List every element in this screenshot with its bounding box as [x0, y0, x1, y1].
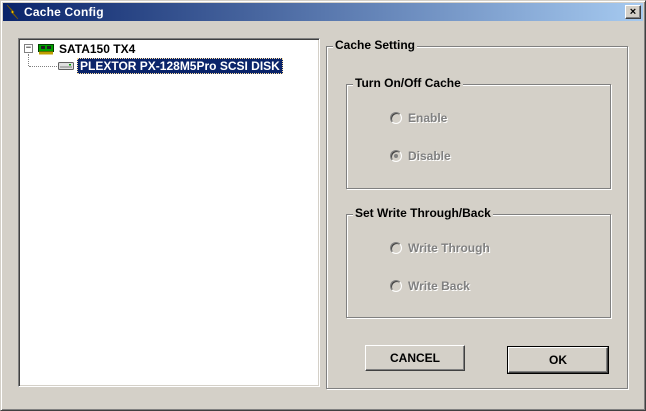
write-mode-group: Set Write Through/Back Write Through Wri… — [346, 206, 611, 318]
radio-indicator — [390, 112, 402, 124]
cache-setting-title: Cache Setting — [333, 38, 418, 52]
tree-connector-vertical — [28, 54, 29, 66]
tree-node-label-selected: PLEXTOR PX-128M5Pro SCSI DISK — [77, 58, 283, 74]
write-mode-title: Set Write Through/Back — [353, 206, 493, 220]
disk-drive-icon — [58, 61, 74, 71]
cache-toggle-title: Turn On/Off Cache — [353, 76, 463, 90]
title-bar[interactable]: Cache Config × — [3, 3, 643, 21]
window-title: Cache Config — [24, 5, 104, 19]
radio-write-through[interactable]: Write Through — [390, 241, 490, 255]
radio-label: Enable — [408, 111, 448, 125]
radio-indicator — [390, 150, 402, 162]
close-icon: × — [629, 5, 637, 18]
close-button[interactable]: × — [625, 5, 641, 19]
tree-node-disk[interactable]: PLEXTOR PX-128M5Pro SCSI DISK — [58, 58, 283, 74]
radio-disable[interactable]: Disable — [390, 149, 451, 163]
radio-label: Disable — [408, 149, 451, 163]
cache-setting-group: Cache Setting Turn On/Off Cache Enable D… — [326, 38, 628, 389]
radio-write-back[interactable]: Write Back — [390, 279, 470, 293]
radio-label: Write Through — [408, 241, 490, 255]
cache-toggle-group: Turn On/Off Cache Enable Disable — [346, 76, 611, 189]
radio-indicator — [390, 280, 402, 292]
controller-card-icon — [38, 43, 54, 55]
cancel-button[interactable]: CANCEL — [365, 345, 465, 371]
tree-collapse-icon[interactable]: − — [24, 44, 33, 53]
radio-enable[interactable]: Enable — [390, 111, 447, 125]
cache-config-window: Cache Config × − SATA150 TX4 PLEXTOR PX-… — [0, 0, 646, 411]
ok-button[interactable]: OK — [507, 346, 609, 374]
radio-indicator — [390, 242, 402, 254]
tree-connector-horizontal — [29, 66, 57, 67]
radio-label: Write Back — [408, 279, 470, 293]
tree-node-label: SATA150 TX4 — [59, 42, 136, 56]
device-tree[interactable]: − SATA150 TX4 PLEXTOR PX-128M5Pro SCSI D… — [18, 38, 320, 387]
app-lightning-icon — [5, 4, 21, 20]
tree-node-controller[interactable]: SATA150 TX4 — [38, 41, 135, 57]
